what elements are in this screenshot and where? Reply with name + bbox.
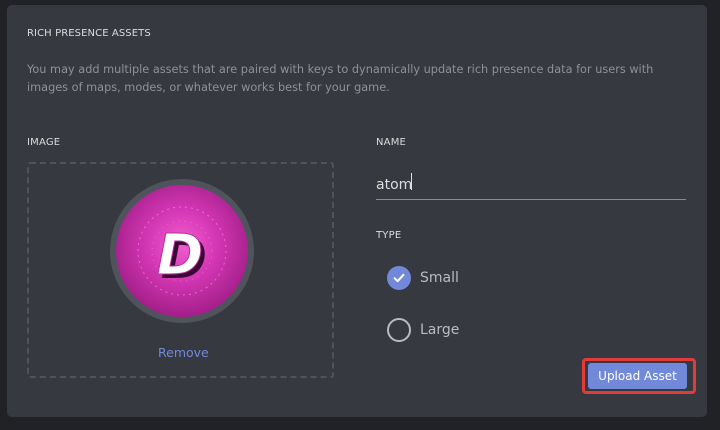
name-label: NAME (376, 137, 407, 148)
type-option-large-label: Large (420, 322, 460, 338)
type-option-large[interactable]: Large (387, 318, 459, 342)
d-logo-icon: D D (137, 206, 227, 296)
type-option-small-label: Small (420, 270, 459, 286)
svg-text:D: D (157, 223, 203, 288)
asset-image[interactable]: D D (116, 185, 248, 317)
radio-unchecked-icon[interactable] (387, 318, 411, 342)
type-label: TYPE (376, 230, 402, 241)
text-caret (411, 173, 412, 190)
section-description: You may add multiple assets that are pai… (27, 63, 654, 94)
image-label: IMAGE (27, 137, 61, 148)
type-option-small[interactable]: Small (387, 266, 459, 290)
section-title: RICH PRESENCE ASSETS (27, 28, 151, 39)
radio-checked-icon[interactable] (387, 266, 411, 290)
name-input[interactable] (376, 170, 686, 200)
remove-image-link[interactable]: Remove (158, 345, 209, 360)
upload-asset-button[interactable]: Upload Asset (588, 363, 687, 389)
